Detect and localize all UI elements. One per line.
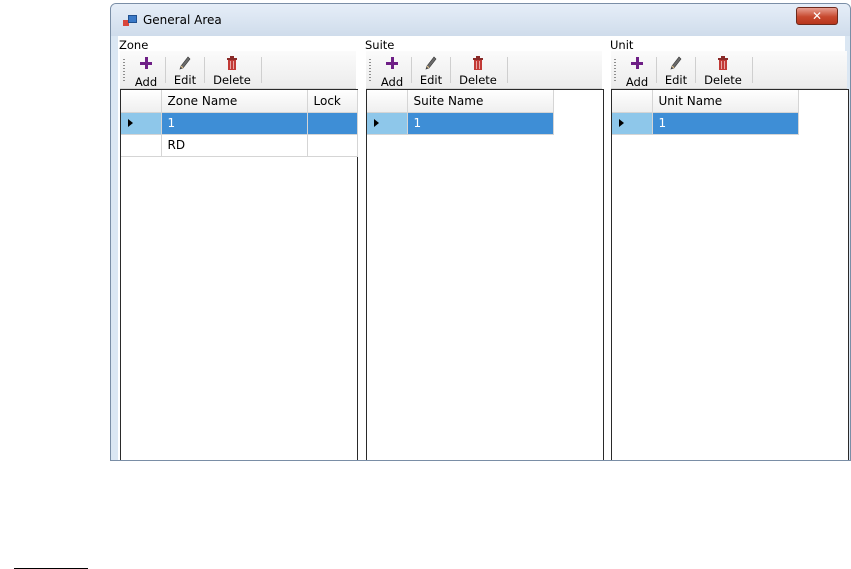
row-header-corner xyxy=(121,90,162,113)
unit-name-cell[interactable]: 1 xyxy=(652,112,799,135)
toolbar-separator xyxy=(450,57,451,83)
unit-panel: Unit Add Edit Delete Unit Name 1 xyxy=(609,36,850,460)
trash-icon xyxy=(473,56,483,70)
zone-grid[interactable]: Zone Name Lock 1 RD xyxy=(120,89,358,460)
unit-grid-header: Unit Name xyxy=(612,90,799,113)
suite-grid[interactable]: Suite Name 1 xyxy=(366,89,604,460)
toolbar-separator xyxy=(752,57,753,83)
suite-toolbar: Add Edit Delete xyxy=(366,51,602,89)
zone-toolbar: Add Edit Delete xyxy=(120,51,356,89)
app-window-icon xyxy=(123,15,137,27)
suite-panel: Suite Add Edit Delete Suite Name 1 xyxy=(364,36,606,460)
zone-caption: Zone xyxy=(119,38,149,52)
zone-add-button[interactable]: Add xyxy=(130,55,162,89)
suite-add-button[interactable]: Add xyxy=(376,55,408,89)
pencil-icon xyxy=(670,56,682,70)
table-row[interactable]: RD xyxy=(121,134,358,157)
close-button[interactable]: ✕ xyxy=(796,7,838,25)
unit-add-button[interactable]: Add xyxy=(621,55,653,89)
zone-edit-button[interactable]: Edit xyxy=(170,55,200,87)
row-header-corner xyxy=(612,90,653,113)
toolbar-grip[interactable] xyxy=(369,59,371,81)
unit-name-column-header[interactable]: Unit Name xyxy=(652,90,799,113)
window-title: General Area xyxy=(143,13,222,27)
zone-panel: Zone Add Edit Delete Zone Name Lock 1 RD xyxy=(118,36,360,460)
title-bar[interactable]: General Area ✕ xyxy=(111,4,850,36)
toolbar-separator xyxy=(165,57,166,83)
suite-name-column-header[interactable]: Suite Name xyxy=(407,90,554,113)
zone-grid-header: Zone Name Lock xyxy=(121,90,358,113)
table-row[interactable]: 1 xyxy=(367,112,554,135)
unit-delete-button[interactable]: Delete xyxy=(699,55,747,87)
general-area-window: General Area ✕ Zone Add Edit Delete Zone… xyxy=(110,3,851,461)
row-pointer-icon xyxy=(128,119,133,127)
toolbar-grip[interactable] xyxy=(123,59,125,81)
toolbar-separator xyxy=(411,57,412,83)
row-header[interactable] xyxy=(121,112,162,135)
lock-column-header[interactable]: Lock xyxy=(307,90,358,113)
row-header-corner xyxy=(367,90,408,113)
plus-icon xyxy=(631,57,643,69)
toolbar-grip[interactable] xyxy=(614,59,616,81)
zone-name-cell[interactable]: 1 xyxy=(161,112,308,135)
suite-edit-button[interactable]: Edit xyxy=(416,55,446,87)
pencil-icon xyxy=(179,56,191,70)
row-header[interactable] xyxy=(367,112,408,135)
toolbar-separator xyxy=(695,57,696,83)
client-area: Zone Add Edit Delete Zone Name Lock 1 RD… xyxy=(118,36,849,460)
unit-caption: Unit xyxy=(610,38,634,52)
pencil-icon xyxy=(425,56,437,70)
row-header[interactable] xyxy=(612,112,653,135)
suite-name-cell[interactable]: 1 xyxy=(407,112,554,135)
lock-cell[interactable] xyxy=(307,112,358,135)
row-header[interactable] xyxy=(121,134,162,157)
toolbar-separator xyxy=(261,57,262,83)
trash-icon xyxy=(227,56,237,70)
row-pointer-icon xyxy=(619,119,624,127)
trash-icon xyxy=(718,56,728,70)
toolbar-separator xyxy=(204,57,205,83)
zone-name-cell[interactable]: RD xyxy=(161,134,308,157)
suite-caption: Suite xyxy=(365,38,395,52)
table-row[interactable]: 1 xyxy=(121,112,358,135)
unit-grid[interactable]: Unit Name 1 xyxy=(611,89,849,460)
plus-icon xyxy=(140,57,152,69)
lock-cell[interactable] xyxy=(307,134,358,157)
unit-toolbar: Add Edit Delete xyxy=(611,51,847,89)
plus-icon xyxy=(386,57,398,69)
unit-edit-button[interactable]: Edit xyxy=(661,55,691,87)
row-pointer-icon xyxy=(374,119,379,127)
suite-delete-button[interactable]: Delete xyxy=(454,55,502,87)
toolbar-separator xyxy=(656,57,657,83)
table-row[interactable]: 1 xyxy=(612,112,799,135)
zone-delete-button[interactable]: Delete xyxy=(208,55,256,87)
suite-grid-header: Suite Name xyxy=(367,90,554,113)
toolbar-separator xyxy=(507,57,508,83)
zone-name-column-header[interactable]: Zone Name xyxy=(161,90,308,113)
